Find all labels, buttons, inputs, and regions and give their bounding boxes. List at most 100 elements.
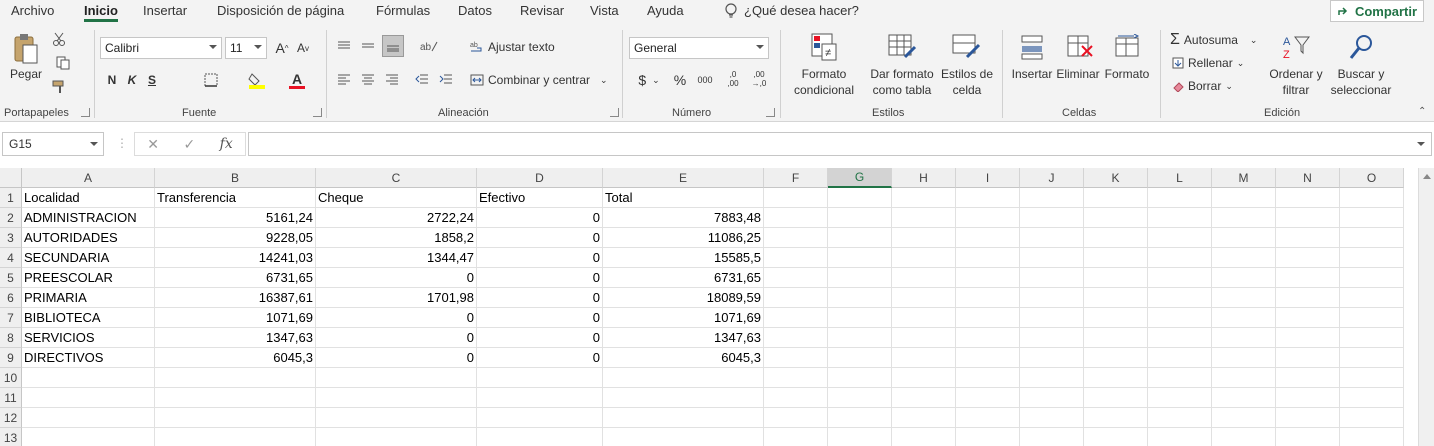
share-button[interactable]: Compartir	[1330, 0, 1424, 22]
cell-f8[interactable]	[764, 328, 828, 348]
italic-button[interactable]: K	[124, 70, 140, 90]
cell-n3[interactable]	[1276, 228, 1340, 248]
cell-e5[interactable]: 6731,65	[603, 268, 764, 288]
enter-icon[interactable]: ✓	[183, 136, 195, 153]
column-header-n[interactable]: N	[1276, 168, 1340, 188]
cell-e9[interactable]: 6045,3	[603, 348, 764, 368]
cell-l12[interactable]	[1148, 408, 1212, 428]
column-header-i[interactable]: I	[956, 168, 1020, 188]
cell-m1[interactable]	[1212, 188, 1276, 208]
cell-a3[interactable]: AUTORIDADES	[22, 228, 155, 248]
cell-e3[interactable]: 11086,25	[603, 228, 764, 248]
align-bottom-icon[interactable]	[382, 35, 404, 57]
cell-k3[interactable]	[1084, 228, 1148, 248]
insert-cells-icon[interactable]	[1014, 30, 1050, 64]
cell-i10[interactable]	[956, 368, 1020, 388]
cell-d5[interactable]: 0	[477, 268, 603, 288]
cell-e7[interactable]: 1071,69	[603, 308, 764, 328]
row-header-5[interactable]: 5	[0, 268, 22, 288]
cell-n2[interactable]	[1276, 208, 1340, 228]
align-middle-icon[interactable]	[358, 36, 378, 56]
cell-n1[interactable]	[1276, 188, 1340, 208]
row-header-1[interactable]: 1	[0, 188, 22, 208]
cell-i9[interactable]	[956, 348, 1020, 368]
cell-c12[interactable]	[316, 408, 477, 428]
align-right-icon[interactable]	[382, 69, 402, 89]
paste-button[interactable]: Pegar	[10, 66, 42, 82]
cell-a10[interactable]	[22, 368, 155, 388]
cell-h2[interactable]	[892, 208, 956, 228]
font-color-button[interactable]: A	[282, 70, 312, 90]
row-header-2[interactable]: 2	[0, 208, 22, 228]
cell-h8[interactable]	[892, 328, 956, 348]
sort-filter-icon[interactable]: AZ	[1278, 30, 1314, 64]
cell-o9[interactable]	[1340, 348, 1404, 368]
cell-m2[interactable]	[1212, 208, 1276, 228]
align-left-icon[interactable]	[334, 69, 354, 89]
select-all-corner[interactable]	[0, 168, 22, 188]
cell-b7[interactable]: 1071,69	[155, 308, 316, 328]
cell-b5[interactable]: 6731,65	[155, 268, 316, 288]
sort-filter-label2[interactable]: filtrar	[1266, 82, 1326, 98]
cell-n6[interactable]	[1276, 288, 1340, 308]
cell-e13[interactable]	[603, 428, 764, 446]
cut-icon[interactable]	[50, 30, 68, 48]
cell-h6[interactable]	[892, 288, 956, 308]
cell-c7[interactable]: 0	[316, 308, 477, 328]
cell-d7[interactable]: 0	[477, 308, 603, 328]
cell-c11[interactable]	[316, 388, 477, 408]
cell-c9[interactable]: 0	[316, 348, 477, 368]
cell-j2[interactable]	[1020, 208, 1084, 228]
cell-o11[interactable]	[1340, 388, 1404, 408]
paste-icon[interactable]	[8, 30, 44, 70]
thousands-button[interactable]: 000	[694, 70, 716, 90]
cell-k5[interactable]	[1084, 268, 1148, 288]
cell-f12[interactable]	[764, 408, 828, 428]
autosum-button[interactable]: Σ Autosuma ⌄	[1170, 30, 1257, 50]
cell-i7[interactable]	[956, 308, 1020, 328]
cell-g12[interactable]	[828, 408, 892, 428]
cell-f1[interactable]	[764, 188, 828, 208]
cell-i3[interactable]	[956, 228, 1020, 248]
row-header-4[interactable]: 4	[0, 248, 22, 268]
cell-f10[interactable]	[764, 368, 828, 388]
cell-i2[interactable]	[956, 208, 1020, 228]
sort-filter-label1[interactable]: Ordenar y	[1266, 66, 1326, 82]
cell-d8[interactable]: 0	[477, 328, 603, 348]
cell-j5[interactable]	[1020, 268, 1084, 288]
cell-b2[interactable]: 5161,24	[155, 208, 316, 228]
cell-g3[interactable]	[828, 228, 892, 248]
cell-k1[interactable]	[1084, 188, 1148, 208]
cell-m5[interactable]	[1212, 268, 1276, 288]
insert-function-button[interactable]: fx	[220, 136, 233, 152]
row-header-9[interactable]: 9	[0, 348, 22, 368]
cell-k12[interactable]	[1084, 408, 1148, 428]
cell-d12[interactable]	[477, 408, 603, 428]
cell-i13[interactable]	[956, 428, 1020, 446]
cell-o7[interactable]	[1340, 308, 1404, 328]
cell-h7[interactable]	[892, 308, 956, 328]
cell-n7[interactable]	[1276, 308, 1340, 328]
format-cells-icon[interactable]	[1110, 30, 1146, 64]
cell-c4[interactable]: 1344,47	[316, 248, 477, 268]
cell-k10[interactable]	[1084, 368, 1148, 388]
cell-h9[interactable]	[892, 348, 956, 368]
column-header-o[interactable]: O	[1340, 168, 1404, 188]
cell-e11[interactable]	[603, 388, 764, 408]
launcher-alineacion[interactable]	[610, 108, 619, 117]
cell-h10[interactable]	[892, 368, 956, 388]
cell-l3[interactable]	[1148, 228, 1212, 248]
cell-l1[interactable]	[1148, 188, 1212, 208]
cell-g7[interactable]	[828, 308, 892, 328]
number-format-select[interactable]: General	[629, 37, 769, 59]
spreadsheet-grid[interactable]: A B C D E F G H I J K L M N O 1 Localidad Transferencia Ch…	[0, 168, 1418, 446]
format-table-label1[interactable]: Dar formato	[866, 66, 938, 82]
cell-j7[interactable]	[1020, 308, 1084, 328]
cell-j1[interactable]	[1020, 188, 1084, 208]
cell-o2[interactable]	[1340, 208, 1404, 228]
cell-n5[interactable]	[1276, 268, 1340, 288]
cell-h3[interactable]	[892, 228, 956, 248]
cell-a2[interactable]: ADMINISTRACION	[22, 208, 155, 228]
format-table-label2[interactable]: como tabla	[864, 82, 940, 98]
cell-e1[interactable]: Total	[603, 188, 764, 208]
